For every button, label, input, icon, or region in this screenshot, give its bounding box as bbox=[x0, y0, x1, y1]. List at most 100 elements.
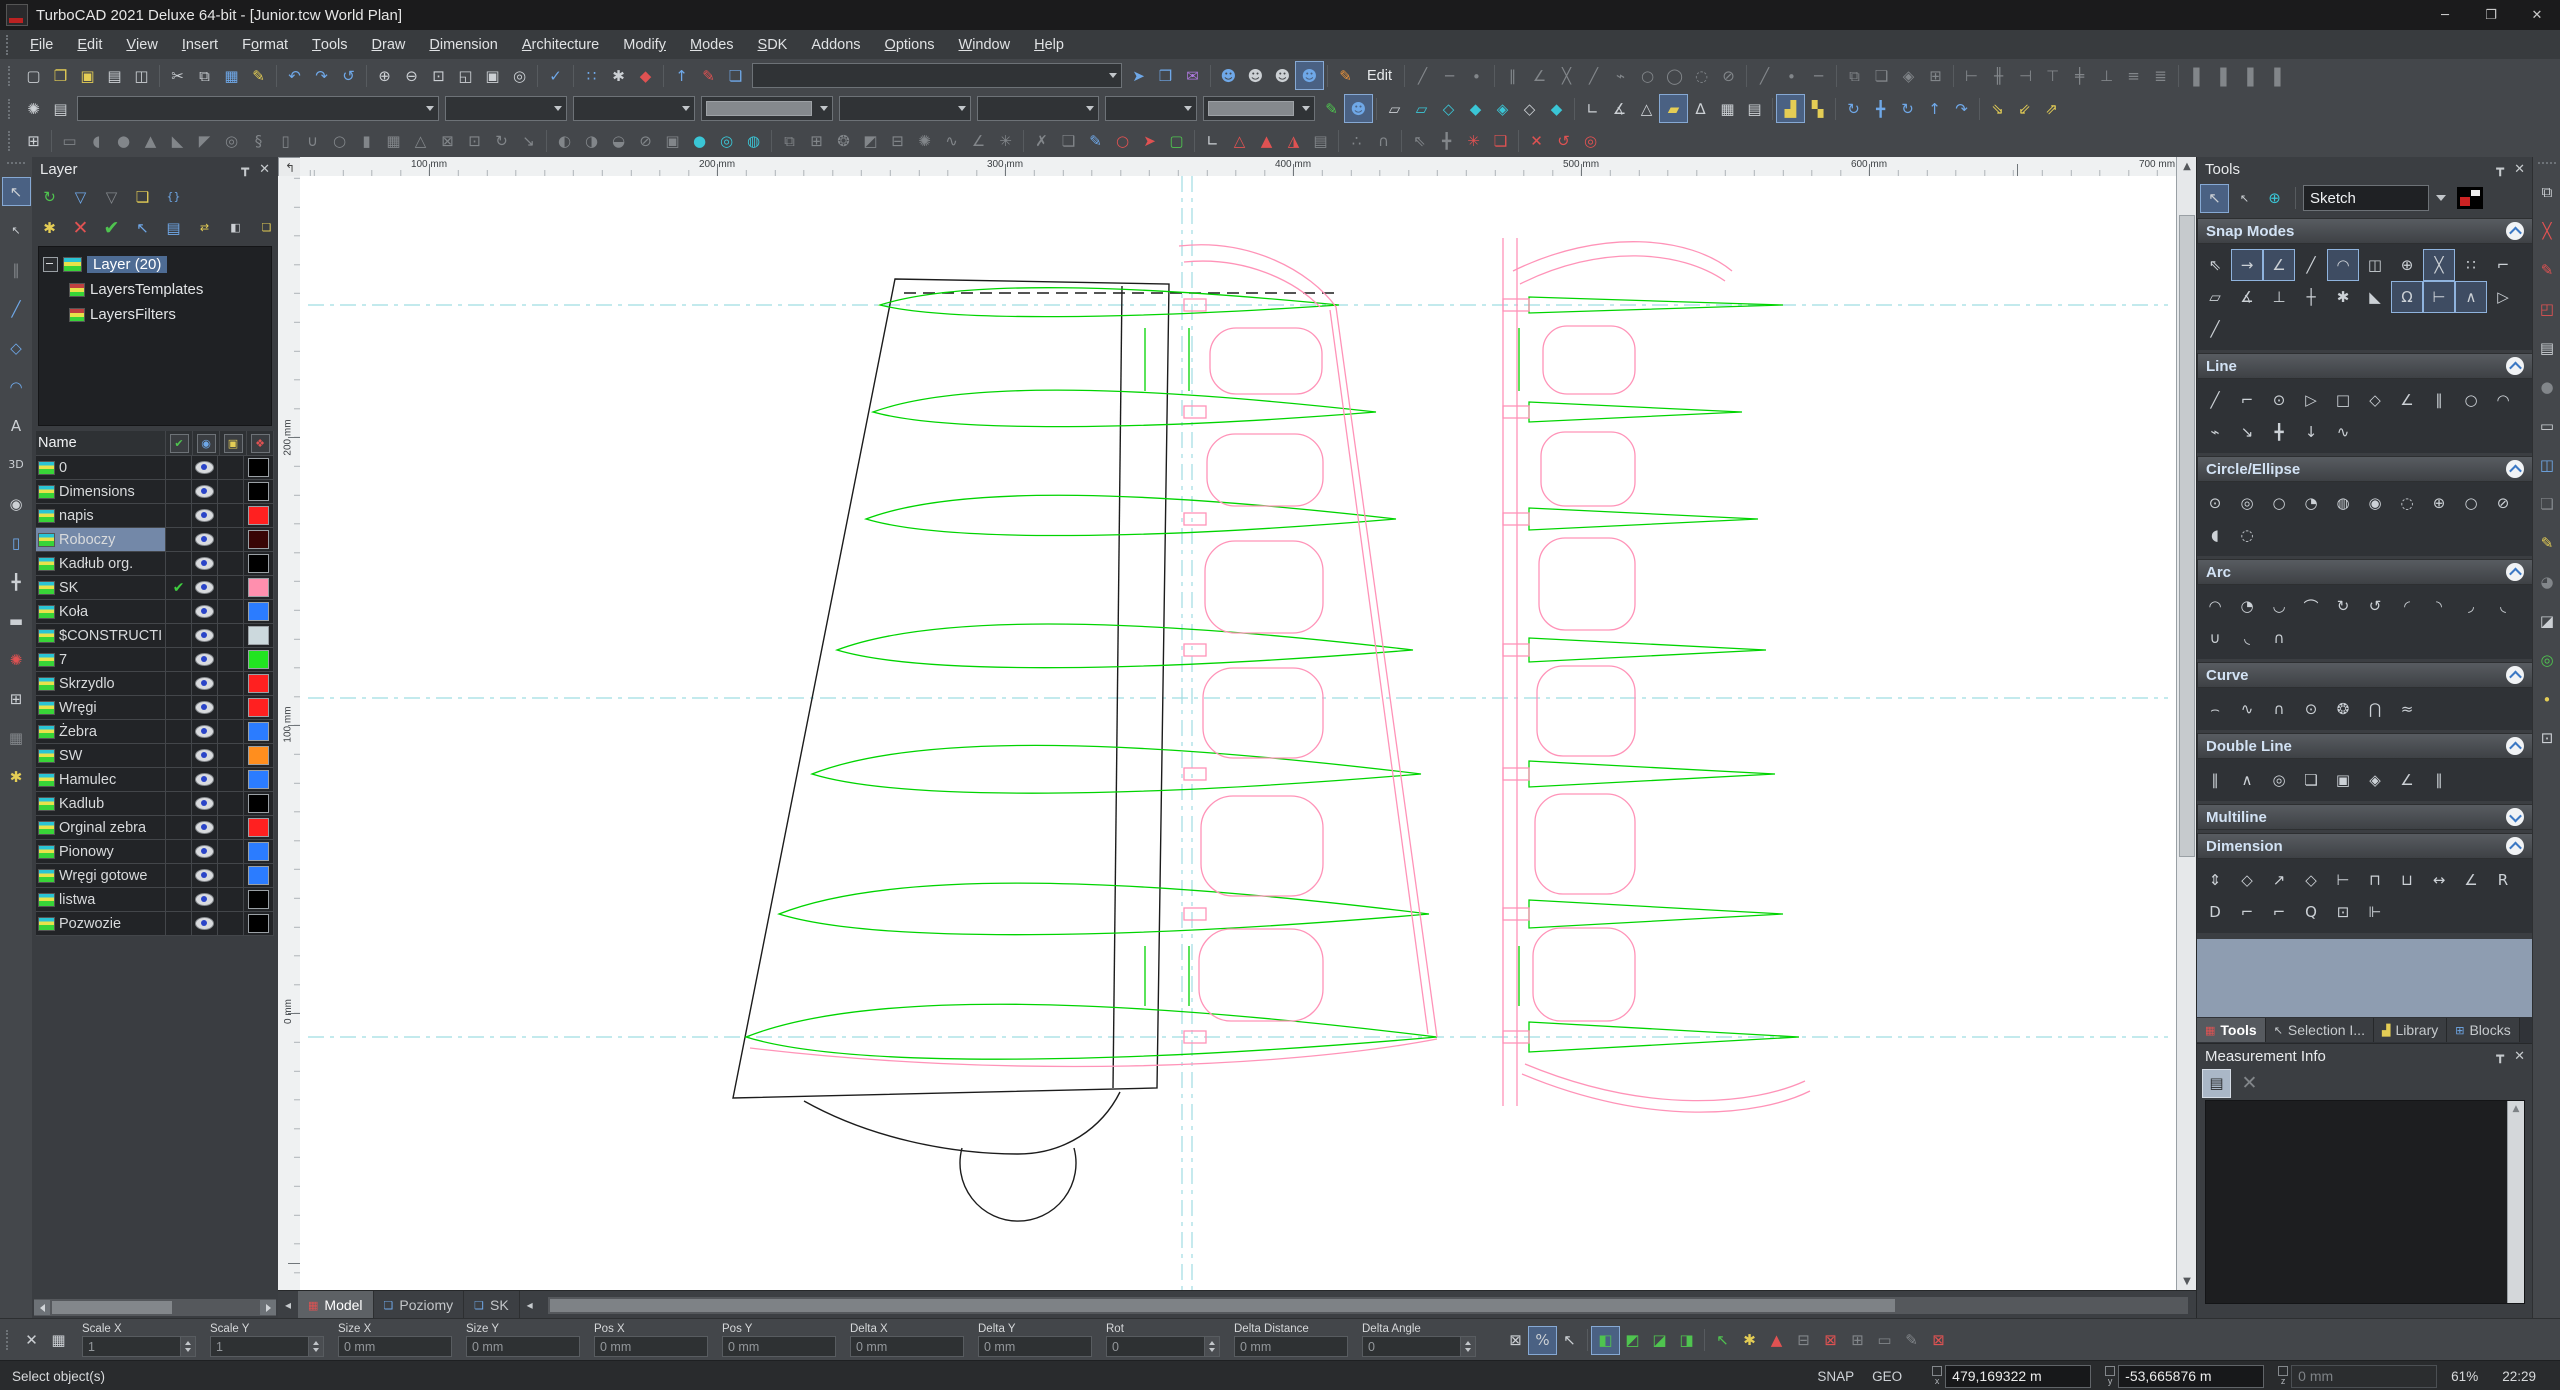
dline-concentric-icon[interactable]: ◎ bbox=[2263, 764, 2295, 796]
layer-visible-cell[interactable] bbox=[192, 864, 219, 887]
tab-scroll-left-icon[interactable]: ◂ bbox=[278, 1294, 298, 1316]
circle-tan-line-icon[interactable]: ◍ bbox=[2327, 487, 2359, 519]
circle-tan-arc-icon[interactable]: ◔ bbox=[2295, 487, 2327, 519]
file-modify-icon[interactable]: ✎ bbox=[695, 62, 722, 89]
shape-tool-icon[interactable]: ◇ bbox=[3, 334, 30, 361]
layer-visible-cell[interactable] bbox=[192, 744, 219, 767]
section-header-multiline[interactable]: Multiline bbox=[2197, 804, 2533, 830]
layer-color-cell[interactable] bbox=[244, 528, 275, 551]
circle-pin-icon[interactable]: ⊕ bbox=[2423, 487, 2455, 519]
layer-lock-cell[interactable] bbox=[218, 912, 245, 935]
layer-color-cell[interactable] bbox=[244, 600, 275, 623]
header-palette-icon[interactable]: ❖ bbox=[247, 431, 274, 455]
menu-window[interactable]: Window bbox=[947, 30, 1023, 59]
scroll-thumb[interactable] bbox=[549, 1298, 1895, 1312]
new-file-icon[interactable]: ▢ bbox=[20, 62, 47, 89]
solid-shell-icon[interactable]: ◑ bbox=[578, 128, 605, 155]
ellipse-arc-icon[interactable]: ◖ bbox=[2199, 519, 2231, 551]
menu-format[interactable]: Fo rmat bbox=[230, 30, 300, 59]
contrast-icon[interactable]: ◧ bbox=[222, 214, 249, 241]
snap-arc-center-icon[interactable]: ◠ bbox=[2327, 249, 2359, 281]
line-style-combo[interactable] bbox=[573, 96, 695, 121]
angle-measure-icon[interactable]: △ bbox=[1633, 95, 1660, 122]
layer-color-swatch[interactable] bbox=[248, 794, 270, 813]
snap-quadrant-icon[interactable]: ◫ bbox=[2359, 249, 2391, 281]
circle-select-icon[interactable]: ◯ bbox=[1661, 62, 1688, 89]
layer-name[interactable]: SK bbox=[59, 580, 78, 596]
dline-contour-icon[interactable]: ❏ bbox=[2295, 764, 2327, 796]
chart-icon[interactable]: ▟ bbox=[1776, 94, 1805, 123]
pick-point-icon[interactable]: ∙ bbox=[1778, 62, 1805, 89]
arc-open-icon[interactable]: ∪ bbox=[2199, 622, 2231, 654]
scale-x-field[interactable]: Scale X 1 bbox=[82, 1323, 196, 1357]
no-frame-icon[interactable]: ⊠ bbox=[1925, 1327, 1952, 1354]
toggle-pair-icon[interactable]: ⇄ bbox=[191, 214, 218, 241]
menu-architecture[interactable]: Architecture bbox=[510, 30, 611, 59]
eye-icon[interactable] bbox=[195, 533, 215, 546]
delta-angle-field[interactable]: Delta Angle 0 bbox=[1362, 1323, 1476, 1357]
pen-style-icon[interactable]: ✎ bbox=[1318, 95, 1345, 122]
layer-name[interactable]: Skrzydlo bbox=[59, 676, 115, 692]
pick-window-icon[interactable]: ⊞ bbox=[3, 685, 30, 712]
layer-tree-item[interactable]: LayersFilters bbox=[43, 302, 267, 327]
snap-vertex-icon[interactable]: → bbox=[2231, 249, 2263, 281]
layer-color-swatch[interactable] bbox=[248, 698, 270, 717]
prim-sphere-icon[interactable]: ● bbox=[110, 128, 137, 155]
line-tangent-2arc-icon[interactable]: ⌁ bbox=[2199, 416, 2231, 448]
layer-color-cell[interactable] bbox=[244, 576, 275, 599]
rib-profiles[interactable] bbox=[744, 287, 1800, 1060]
layer-name[interactable]: 0 bbox=[59, 460, 67, 476]
menu-edit[interactable]: Edit bbox=[65, 30, 114, 59]
layer-name[interactable]: Pionowy bbox=[59, 844, 114, 860]
layer-color-cell[interactable] bbox=[244, 480, 275, 503]
ins-cursor-icon[interactable]: ↖ bbox=[1556, 1327, 1583, 1354]
geo-indicator[interactable]: GEO bbox=[1872, 1369, 1902, 1384]
layer-color-swatch[interactable] bbox=[248, 722, 270, 741]
layer-color-swatch[interactable] bbox=[248, 482, 270, 501]
delta-distance-field[interactable]: Delta Distance 0 mm bbox=[1234, 1323, 1348, 1357]
line-vertical-icon[interactable]: ↓ bbox=[2295, 416, 2327, 448]
section-header-dimension[interactable]: Dimension bbox=[2197, 833, 2533, 859]
close-icon[interactable]: ✕ bbox=[2514, 162, 2525, 177]
prim-ball-icon[interactable]: ○ bbox=[326, 128, 353, 155]
no-snap-icon[interactable]: ⇖ bbox=[2199, 249, 2231, 281]
pos-x-field[interactable]: Pos X 0 mm bbox=[594, 1323, 708, 1357]
layer-name[interactable]: napis bbox=[59, 508, 94, 524]
layer-color-swatch[interactable] bbox=[248, 914, 270, 933]
prim-wedge-icon[interactable]: ◣ bbox=[164, 128, 191, 155]
eye-icon[interactable] bbox=[195, 725, 215, 738]
drawing-canvas[interactable] bbox=[300, 176, 2176, 1290]
style-combo[interactable] bbox=[77, 96, 439, 121]
snap-intersection-icon[interactable]: ╳ bbox=[2423, 249, 2455, 281]
viewport-icon[interactable]: ▭ bbox=[2534, 412, 2560, 439]
collapse-icon[interactable] bbox=[2506, 563, 2524, 581]
layer-name[interactable]: Koła bbox=[59, 604, 88, 620]
dim-radius-icon[interactable]: R bbox=[2487, 864, 2519, 896]
snap-angle-icon[interactable]: ◣ bbox=[2359, 281, 2391, 313]
dim-angular-icon[interactable]: ∠ bbox=[2455, 864, 2487, 896]
dline-rot-rect-icon[interactable]: ◈ bbox=[2359, 764, 2391, 796]
sweep-3d-icon[interactable]: ◇ bbox=[1435, 95, 1462, 122]
layer-visible-cell[interactable] bbox=[192, 672, 219, 695]
brush-tool-icon[interactable]: ▬ bbox=[3, 607, 30, 634]
layer-name[interactable]: 7 bbox=[59, 652, 67, 668]
node-handle-1-icon[interactable]: △ bbox=[1226, 128, 1253, 155]
sheet-tab-label[interactable]: SK bbox=[490, 1297, 509, 1313]
collapse-icon[interactable] bbox=[2506, 222, 2524, 240]
canvas-hscrollbar[interactable] bbox=[547, 1296, 2188, 1314]
dim-rotated-icon[interactable]: ↗ bbox=[2263, 864, 2295, 896]
curve-spiral-icon[interactable]: ❂ bbox=[2327, 693, 2359, 725]
prim-quarter-icon[interactable]: ◤ bbox=[191, 128, 218, 155]
layer-name[interactable]: Kadłub org. bbox=[59, 556, 133, 572]
arc-select-icon[interactable]: ◌ bbox=[1688, 62, 1715, 89]
shell-3d-icon[interactable]: ◇ bbox=[1516, 95, 1543, 122]
snap-midpoint-icon[interactable]: ∠ bbox=[2263, 249, 2295, 281]
render-cylinder-icon[interactable]: ▯ bbox=[3, 529, 30, 556]
layer-lock-cell[interactable] bbox=[218, 528, 245, 551]
layer-name[interactable]: Dimensions bbox=[59, 484, 135, 500]
tab-selection-info[interactable]: ↖ Selection I... bbox=[2265, 1018, 2374, 1042]
dim-parallel-icon[interactable]: ◇ bbox=[2295, 864, 2327, 896]
spell-check-icon[interactable]: ✓ bbox=[542, 62, 569, 89]
field-value[interactable]: 0 mm bbox=[339, 1340, 451, 1354]
layer-color-swatch[interactable] bbox=[248, 818, 270, 837]
